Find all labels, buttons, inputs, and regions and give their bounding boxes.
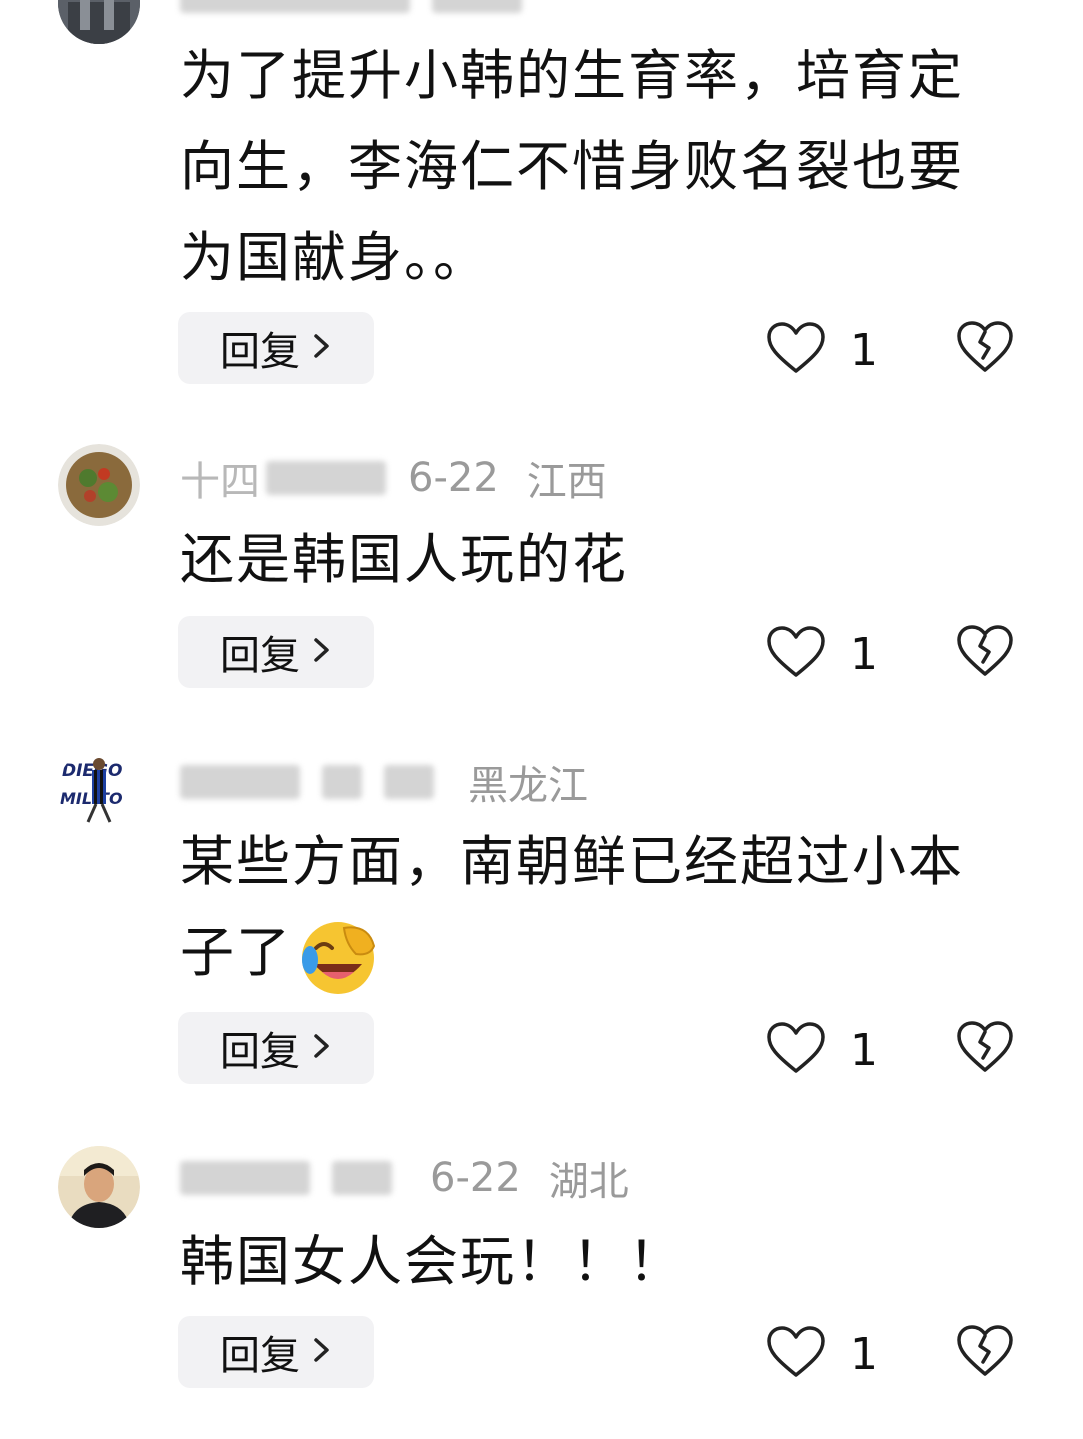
like-button[interactable]: 1 <box>766 1324 886 1384</box>
chevron-right-icon <box>312 328 332 369</box>
reply-button[interactable]: 回复 <box>178 312 374 384</box>
like-count: 1 <box>850 1024 878 1076</box>
comment-meta: 黑龙江 <box>180 758 588 809</box>
heart-outline-icon <box>766 321 826 379</box>
like-count: 1 <box>850 324 878 376</box>
like-count: 1 <box>850 628 878 680</box>
broken-heart-icon <box>957 321 1013 372</box>
dislike-button[interactable] <box>956 624 1014 680</box>
reply-label: 回复 <box>220 633 300 679</box>
reply-button[interactable]: 回复 <box>178 616 374 688</box>
avatar[interactable]: DIEGO MILITO <box>58 748 140 830</box>
comment-text: 为了提升小韩的生育率，培育定向生，李海仁不惜身败名裂也要为国献身。。 <box>180 44 964 289</box>
like-button[interactable]: 1 <box>766 624 886 684</box>
comment-region: 湖北 <box>548 1159 629 1205</box>
like-count: 1 <box>850 1328 878 1380</box>
reply-button[interactable]: 回复 <box>178 1012 374 1084</box>
reply-button[interactable]: 回复 <box>178 1316 374 1388</box>
author-name[interactable]: 十四 <box>180 449 260 507</box>
avatar[interactable] <box>58 0 140 44</box>
reply-label: 回复 <box>220 329 300 375</box>
comment-date: 6-22 <box>430 1155 521 1201</box>
heart-outline-icon <box>766 1021 826 1079</box>
laughing-crying-emoji-icon <box>296 914 380 998</box>
broken-heart-icon <box>957 1021 1013 1072</box>
comment-meta <box>180 0 544 20</box>
like-button[interactable]: 1 <box>766 1020 886 1080</box>
chevron-right-icon <box>312 632 332 673</box>
reply-label: 回复 <box>220 1333 300 1379</box>
dislike-button[interactable] <box>956 320 1014 376</box>
comment-text: 韩国女人会玩！！！ <box>180 1230 684 1293</box>
comment-region: 黑龙江 <box>468 763 588 809</box>
like-button[interactable]: 1 <box>766 320 886 380</box>
comment-region: 江西 <box>526 459 607 505</box>
chevron-right-icon <box>312 1332 332 1373</box>
dislike-button[interactable] <box>956 1020 1014 1076</box>
avatar[interactable] <box>58 1146 140 1228</box>
dislike-button[interactable] <box>956 1324 1014 1380</box>
svg-text:MILITO: MILITO <box>60 789 123 808</box>
comment-text: 还是韩国人玩的花 <box>180 528 628 591</box>
comment-meta: 6-22 湖北 <box>180 1154 629 1205</box>
comment-meta: 十四 6-22 江西 <box>180 454 607 505</box>
broken-heart-icon <box>957 1325 1013 1376</box>
comment-date: 6-22 <box>408 455 499 501</box>
broken-heart-icon <box>957 625 1013 676</box>
reply-label: 回复 <box>220 1029 300 1075</box>
heart-outline-icon <box>766 1325 826 1383</box>
heart-outline-icon <box>766 625 826 683</box>
comment-text: 某些方面，南朝鲜已经超过小本子了 <box>180 816 1010 998</box>
avatar[interactable] <box>58 444 140 526</box>
chevron-right-icon <box>312 1028 332 1069</box>
